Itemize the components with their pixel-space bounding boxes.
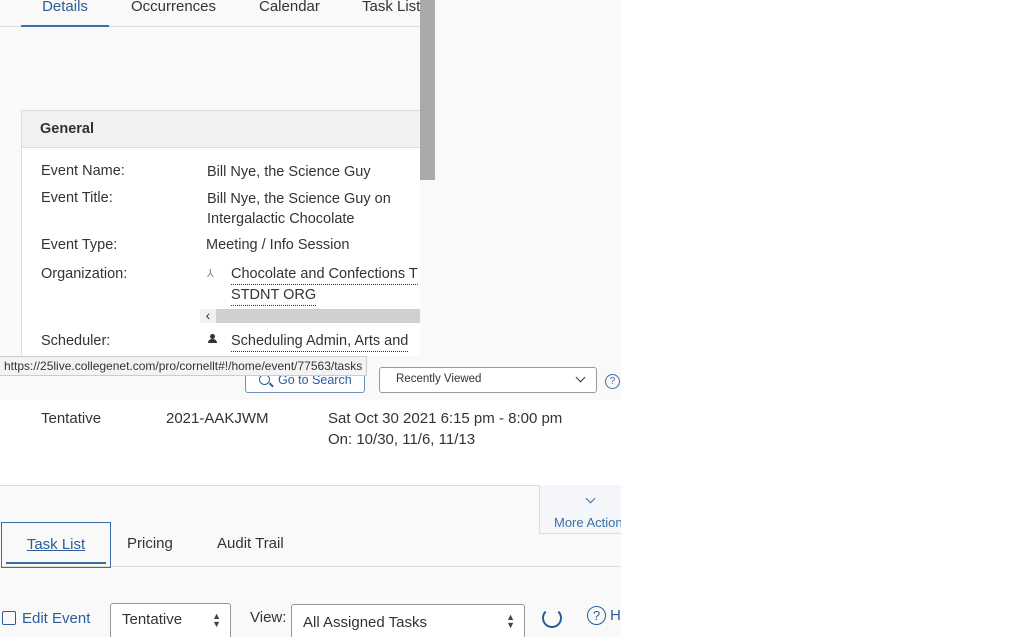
scheduler-label: Scheduler: xyxy=(41,333,111,349)
event-title-line1: Bill Nye, the Science Guy on xyxy=(207,191,391,207)
event-title-line2: Intergalactic Chocolate xyxy=(207,211,355,227)
organization-link-line2[interactable]: STDNT ORG xyxy=(231,285,317,306)
horizontal-scrollbar[interactable]: ‹ xyxy=(200,308,421,323)
general-panel: General Event Name: Bill Nye, the Scienc… xyxy=(21,110,422,356)
edit-icon xyxy=(2,611,16,625)
scrollbar-thumb[interactable] xyxy=(420,0,435,180)
event-details-window: Details Occurrences Calendar Task List G… xyxy=(0,0,435,356)
view-label: View: xyxy=(250,609,287,626)
event-title-label: Event Title: xyxy=(41,190,113,206)
scheduler-link[interactable]: Scheduling Admin, Arts and xyxy=(231,331,409,352)
tab-pricing[interactable]: Pricing xyxy=(127,522,173,566)
tab-bar: Details Occurrences Calendar Task List xyxy=(0,0,420,27)
tab-task-list[interactable]: Task List xyxy=(1,522,111,568)
organization-label: Organization: xyxy=(41,266,128,282)
tab-calendar[interactable]: Calendar xyxy=(259,0,320,26)
event-state-select[interactable]: Tentative ▲ ▼ xyxy=(110,603,231,637)
recently-viewed-select[interactable]: Recently Viewed xyxy=(379,367,597,393)
event-date: Sat Oct 30 2021 6:15 pm - 8:00 pm xyxy=(328,410,563,427)
help-button[interactable]: ? H xyxy=(587,606,621,630)
lower-tab-bar: Task List Pricing Audit Trail xyxy=(0,522,621,568)
event-type-value: Meeting / Info Session xyxy=(206,237,350,253)
tab-occurrences[interactable]: Occurrences xyxy=(131,0,216,26)
scroll-left-arrow[interactable]: ‹ xyxy=(200,308,216,323)
url-status-bar: https://25live.collegenet.com/pro/cornel… xyxy=(0,356,368,376)
organization-icon: ⅄ xyxy=(207,268,214,280)
tab-task-list-top[interactable]: Task List xyxy=(362,0,420,26)
vertical-scrollbar[interactable] xyxy=(420,0,435,356)
organization-link-line1[interactable]: Chocolate and Confections T xyxy=(231,264,418,285)
help-icon: ? xyxy=(587,606,606,625)
chevron-down-icon xyxy=(585,493,596,504)
event-type-label: Event Type: xyxy=(41,237,118,253)
event-name-value: Bill Nye, the Science Guy xyxy=(207,164,371,180)
view-select[interactable]: All Assigned Tasks ▲ ▼ xyxy=(291,604,525,637)
sort-arrows-icon: ▲ ▼ xyxy=(506,612,515,630)
chevron-down-icon xyxy=(575,372,586,383)
search-icon-handle xyxy=(269,382,274,388)
event-state: Tentative xyxy=(41,410,102,427)
tab-details[interactable]: Details xyxy=(21,0,109,27)
event-summary-row: Tentative 2021-AAKJWM Sat Oct 30 2021 6:… xyxy=(0,400,621,486)
tab-audit-trail[interactable]: Audit Trail xyxy=(217,522,284,566)
event-name-label: Event Name: xyxy=(41,163,125,179)
help-icon[interactable]: ? xyxy=(605,374,620,389)
sort-arrows-icon: ▲ ▼ xyxy=(212,611,221,629)
person-icon xyxy=(208,334,217,343)
event-occurrences: On: 10/30, 11/6, 11/13 xyxy=(328,431,476,448)
panel-header: General xyxy=(22,111,421,148)
panel-title: General xyxy=(40,121,94,137)
event-reference: 2021-AAKJWM xyxy=(166,410,269,427)
refresh-icon[interactable] xyxy=(542,608,562,628)
